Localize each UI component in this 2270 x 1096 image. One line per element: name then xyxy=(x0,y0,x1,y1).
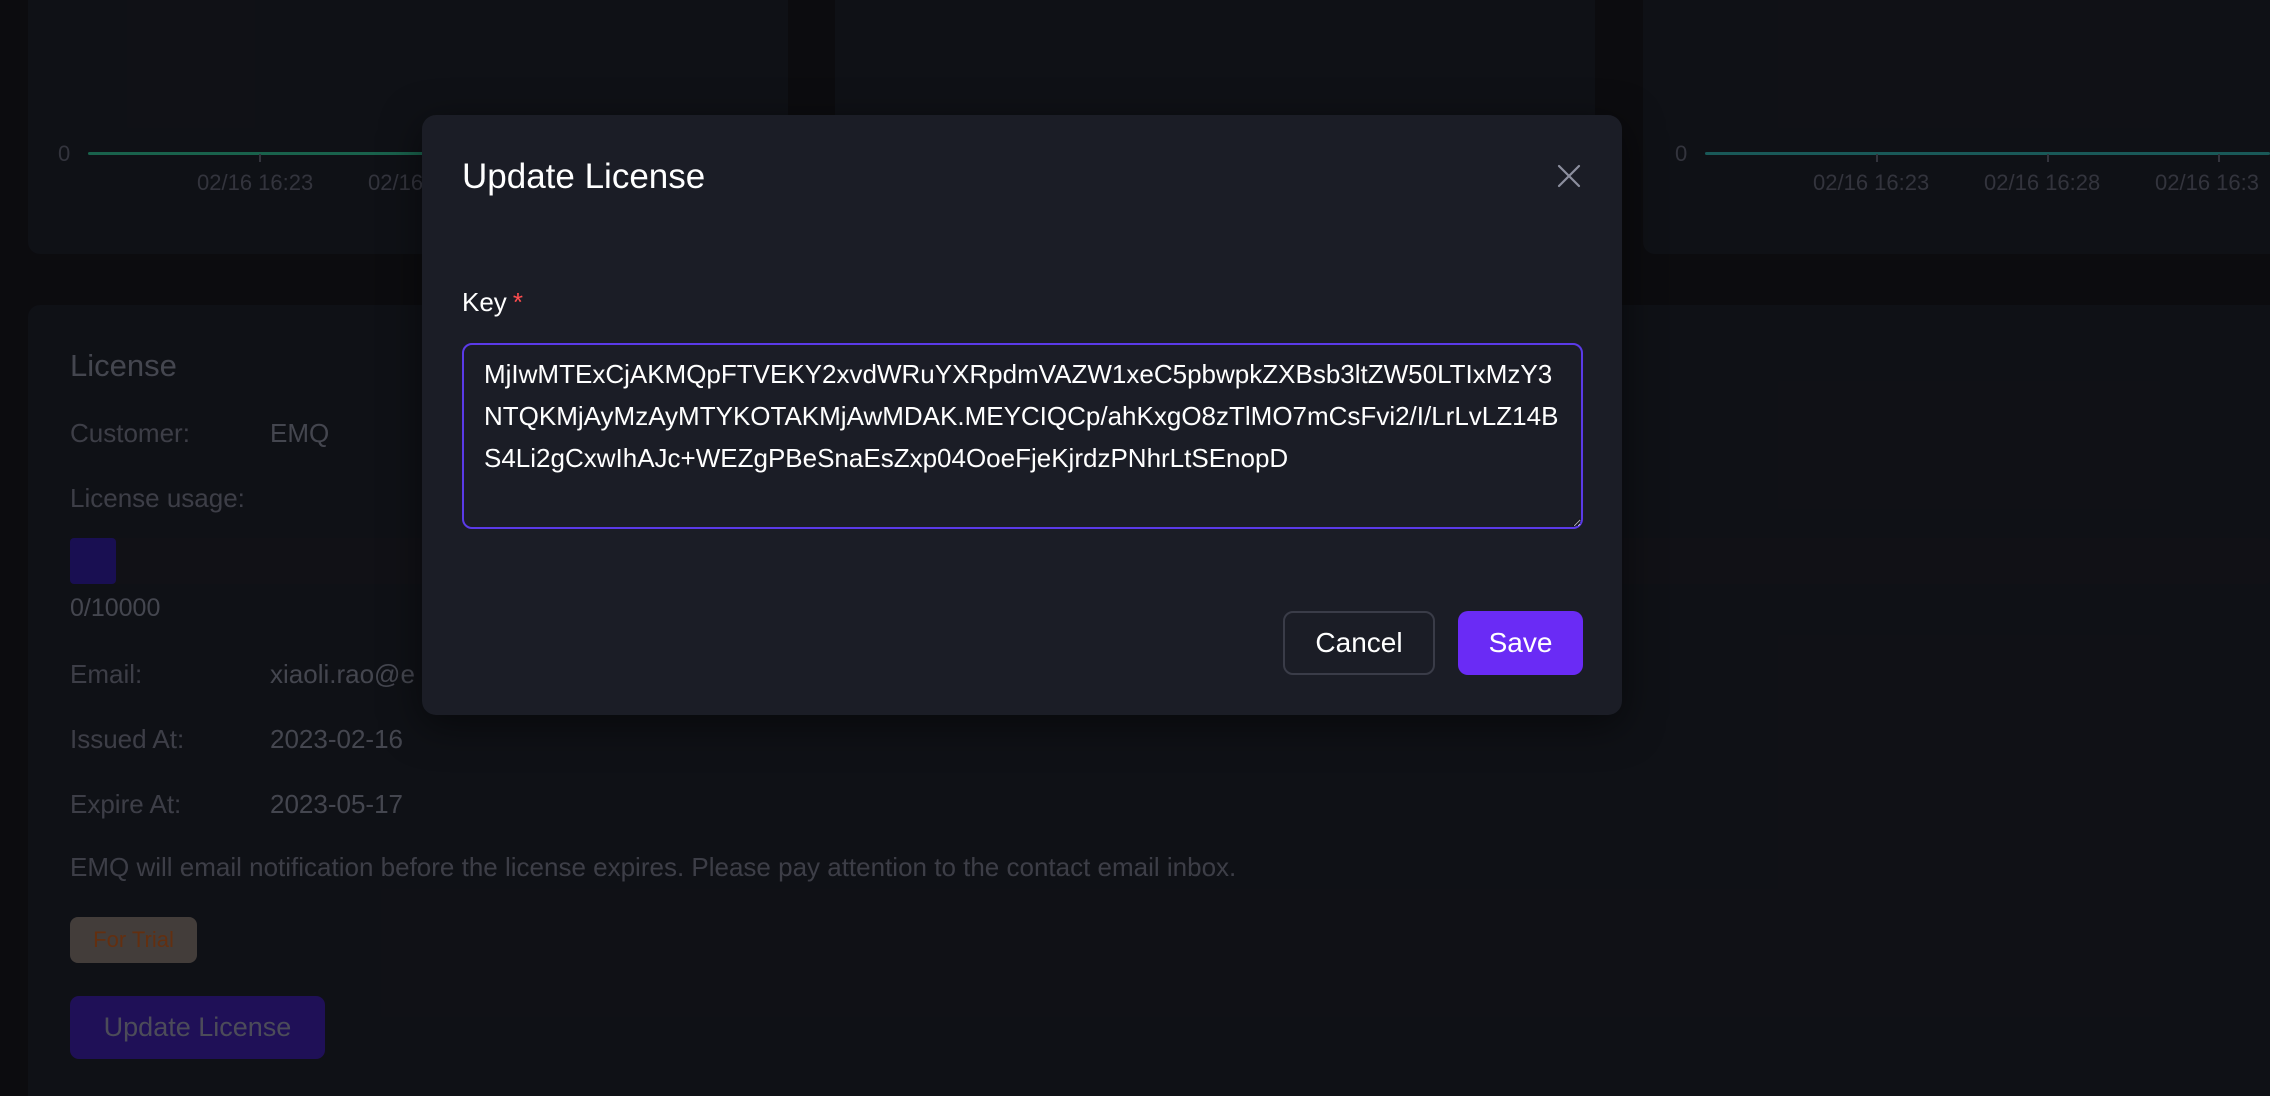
save-button[interactable]: Save xyxy=(1458,611,1583,675)
close-icon[interactable] xyxy=(1556,163,1582,189)
cancel-button[interactable]: Cancel xyxy=(1283,611,1435,675)
required-asterisk: * xyxy=(512,287,523,317)
update-license-dialog: Update License Key * MjIwMTExCjAKMQpFTVEK… xyxy=(422,115,1622,715)
key-label-text: Key xyxy=(462,287,507,317)
key-label: Key * xyxy=(462,287,523,318)
license-key-textarea[interactable]: MjIwMTExCjAKMQpFTVEKY2xvdWRuYXRpdmVAZW1x… xyxy=(462,343,1583,529)
dialog-title: Update License xyxy=(462,157,706,196)
